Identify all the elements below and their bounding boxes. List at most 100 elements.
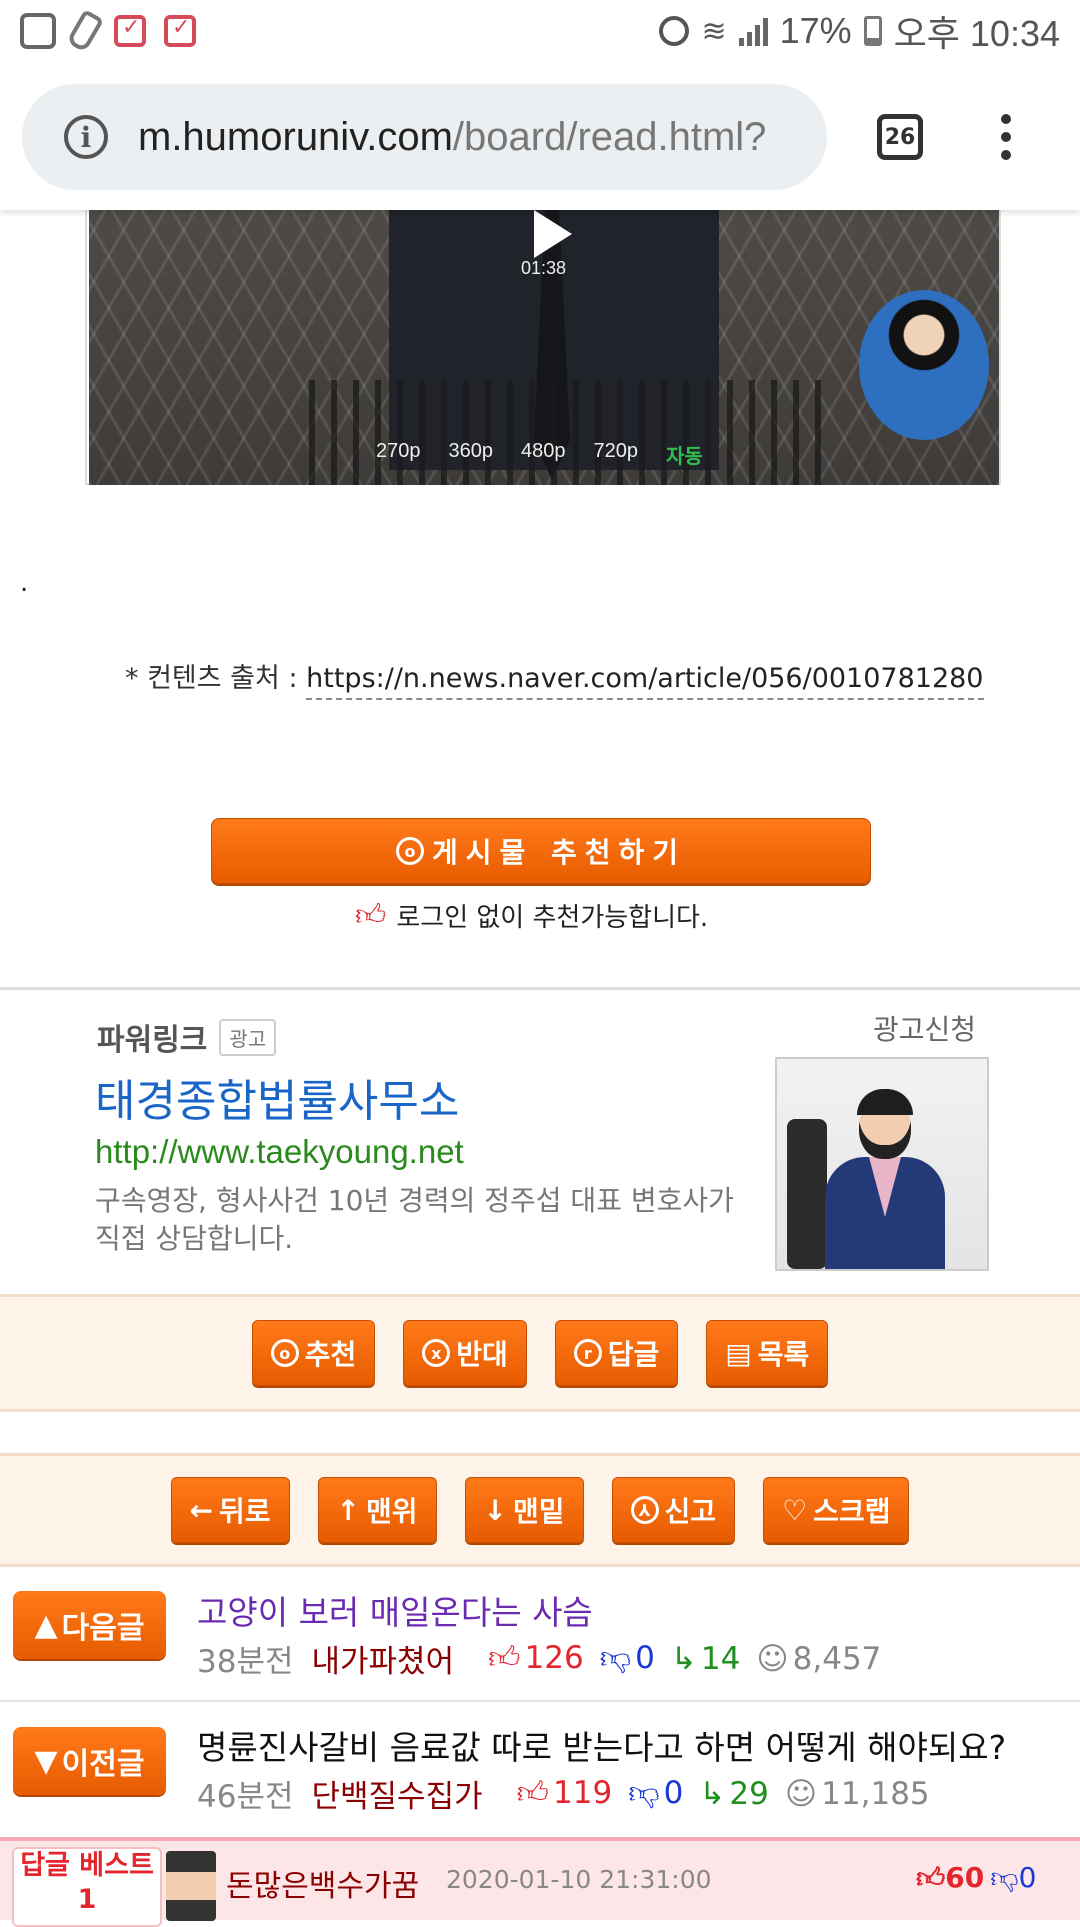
post-time: 38분전 <box>197 1644 294 1680</box>
scroll-top-button[interactable]: ↑ 맨위 <box>317 1477 437 1543</box>
login-note-text: 로그인 없이 추천가능합니다. <box>396 903 709 933</box>
view-count: 11,185 <box>821 1775 930 1812</box>
tab-switcher-button[interactable]: 26 <box>877 114 923 160</box>
next-post-meta: 38분전 내가파쳤어 👍︎ 126 👎︎ 0 ↳ 14 ☺ 8,457 <box>197 1636 881 1681</box>
heart-icon: ♡ <box>782 1493 808 1527</box>
address-bar[interactable]: i m.humoruniv.com/board/read.html? <box>22 84 827 190</box>
next-post-title[interactable]: 고양이 보러 매일온다는 사슴 <box>197 1586 593 1634</box>
signal-icon <box>738 16 768 46</box>
url-text[interactable]: m.humoruniv.com/board/read.html? <box>138 115 766 160</box>
overflow-menu-icon[interactable] <box>998 114 1014 160</box>
oppose-button[interactable]: x 반대 <box>403 1320 527 1386</box>
ad-tag: 광고 <box>219 1018 277 1056</box>
arrow-down-icon: ↓ <box>483 1493 507 1527</box>
powerlink-label: 파워링크 광고 <box>97 1015 277 1059</box>
login-note: 👍︎ 로그인 없이 추천가능합니다. <box>355 897 708 934</box>
arrow-up-icon: ↑ <box>336 1493 360 1527</box>
video-thumbnail-mics <box>309 380 829 485</box>
prev-post-badge[interactable]: ▼ 이전글 <box>13 1727 166 1795</box>
best-reply-date: 2020-01-10 21:31:00 <box>446 1865 712 1894</box>
content-dot: . <box>20 568 29 598</box>
thumbs-up-icon[interactable]: 👍︎ <box>916 1861 945 1894</box>
quality-720p[interactable]: 720p <box>594 440 639 469</box>
back-button[interactable]: ← 뒤로 <box>170 1477 290 1543</box>
report-button[interactable]: ⅄ 신고 <box>611 1477 736 1543</box>
best-reply-row: 답글 베스트1 돈많은백수가꿈 2020-01-10 21:31:00 👍︎60… <box>0 1837 1080 1927</box>
oppose-icon: x <box>422 1339 451 1367</box>
dislike-count: 0 <box>1018 1861 1037 1894</box>
clock-time: 오후 10:34 <box>893 13 1060 54</box>
reply-count: 14 <box>700 1640 741 1677</box>
thumbs-down-icon[interactable]: 👎︎ <box>990 1861 1018 1894</box>
quality-270p[interactable]: 270p <box>376 440 421 469</box>
source-link[interactable]: https://n.news.naver.com/article/056/001… <box>306 663 984 700</box>
recommend-icon: o <box>270 1339 299 1367</box>
page-nav-bar: ← 뒤로 ↑ 맨위 ↓ 맨밑 ⅄ 신고 ♡ 스크랩 <box>0 1453 1080 1567</box>
quality-360p[interactable]: 360p <box>449 440 494 469</box>
quality-selector: 270p 360p 480p 720p 자동 <box>376 440 703 469</box>
notification-icons <box>20 9 196 53</box>
scroll-bottom-button[interactable]: ↓ 맨밑 <box>464 1477 584 1543</box>
battery-icon <box>863 16 882 46</box>
ad-photo[interactable] <box>775 1057 989 1271</box>
thumbs-down-icon: 👎︎ <box>628 1775 660 1811</box>
recommend-post-button[interactable]: o 게시물 추천하기 <box>211 818 871 884</box>
quality-auto[interactable]: 자동 <box>666 440 703 469</box>
like-count: 126 <box>524 1640 584 1676</box>
powerlink-text: 파워링크 <box>97 1023 208 1058</box>
best-reply-user[interactable]: 돈많은백수가꿈 <box>226 1861 419 1905</box>
list-button[interactable]: ▤ 목록 <box>706 1320 829 1386</box>
next-post-badge[interactable]: ▲ 다음글 <box>13 1591 166 1659</box>
post-author[interactable]: 내가파쳤어 <box>312 1636 455 1681</box>
info-icon[interactable]: i <box>64 115 108 159</box>
recommend-button[interactable]: o 추천 <box>251 1320 376 1386</box>
prev-post-row[interactable]: ▼ 이전글 명륜진사갈비 음료값 따로 받는다고 하면 어떻게 해야되요? 46분… <box>0 1703 1080 1837</box>
battery-percent: 17% <box>779 10 852 51</box>
reply-button[interactable]: r 답글 <box>554 1320 679 1386</box>
video-frame: 01:38 270p 360p 480p 720p 자동 <box>85 210 1001 485</box>
best-reply-badge: 답글 베스트1 <box>12 1847 162 1927</box>
recommend-post-label: 게시물 추천하기 <box>431 836 687 869</box>
video-player[interactable]: 01:38 270p 360p 480p 720p 자동 <box>89 210 999 485</box>
status-bar: ≋ 17% 오후 10:34 <box>0 0 1080 62</box>
video-duration: 01:38 <box>521 258 567 278</box>
baby-bottle-icon <box>65 9 105 53</box>
reply-arrow-icon: ↳ <box>670 1640 697 1677</box>
browser-toolbar: i m.humoruniv.com/board/read.html? 26 <box>0 62 1080 210</box>
ad-title-link[interactable]: 태경종합법률사무소 <box>95 1065 459 1129</box>
tab-count: 26 <box>884 124 916 150</box>
views-icon: ☺ <box>784 1775 818 1812</box>
quality-480p[interactable]: 480p <box>521 440 566 469</box>
avatar[interactable] <box>166 1851 216 1921</box>
reply-icon: r <box>573 1339 602 1367</box>
post-action-bar: o 추천 x 반대 r 답글 ▤ 목록 <box>0 1294 1080 1412</box>
arrow-left-icon: ← <box>189 1493 213 1527</box>
calendar-check-icon <box>114 15 146 47</box>
post-author[interactable]: 단백질수집가 <box>312 1771 483 1816</box>
post-time: 46분전 <box>197 1779 294 1815</box>
calendar-check-icon <box>164 15 196 47</box>
uplus-icon <box>20 13 56 49</box>
reply-arrow-icon: ↳ <box>699 1775 726 1812</box>
recommend-circle-icon: o <box>395 837 424 865</box>
alarm-icon <box>659 16 690 46</box>
report-icon: ⅄ <box>630 1496 659 1524</box>
dislike-count: 0 <box>663 1775 684 1811</box>
wifi-icon: ≋ <box>701 14 727 48</box>
triangle-up-icon: ▲ <box>34 1607 58 1643</box>
next-post-row[interactable]: ▲ 다음글 고양이 보러 매일온다는 사슴 38분전 내가파쳤어 👍︎ 126 👎︎… <box>0 1568 1080 1702</box>
sign-language-inset <box>859 290 989 440</box>
triangle-down-icon: ▼ <box>34 1743 58 1779</box>
ad-apply-link[interactable]: 광고신청 <box>873 1008 976 1048</box>
thumbs-down-icon: 👎︎ <box>599 1640 632 1676</box>
scrap-button[interactable]: ♡ 스크랩 <box>763 1477 910 1543</box>
view-count: 8,457 <box>792 1640 882 1677</box>
ad-url-link[interactable]: http://www.taekyoung.net <box>95 1133 464 1171</box>
thumbs-up-icon: 👍︎ <box>516 1775 550 1811</box>
content-source: * 컨텐츠 출처 : https://n.news.naver.com/arti… <box>125 656 984 700</box>
play-icon[interactable] <box>534 210 572 258</box>
ad-description: 구속영장, 형사사건 10년 경력의 정주섭 대표 변호사가 직접 상담합니다. <box>95 1184 734 1255</box>
prev-post-title[interactable]: 명륜진사갈비 음료값 따로 받는다고 하면 어떻게 해야되요? <box>197 1721 1006 1769</box>
dislike-count: 0 <box>635 1640 655 1676</box>
system-icons: ≋ 17% 오후 10:34 <box>659 5 1060 57</box>
